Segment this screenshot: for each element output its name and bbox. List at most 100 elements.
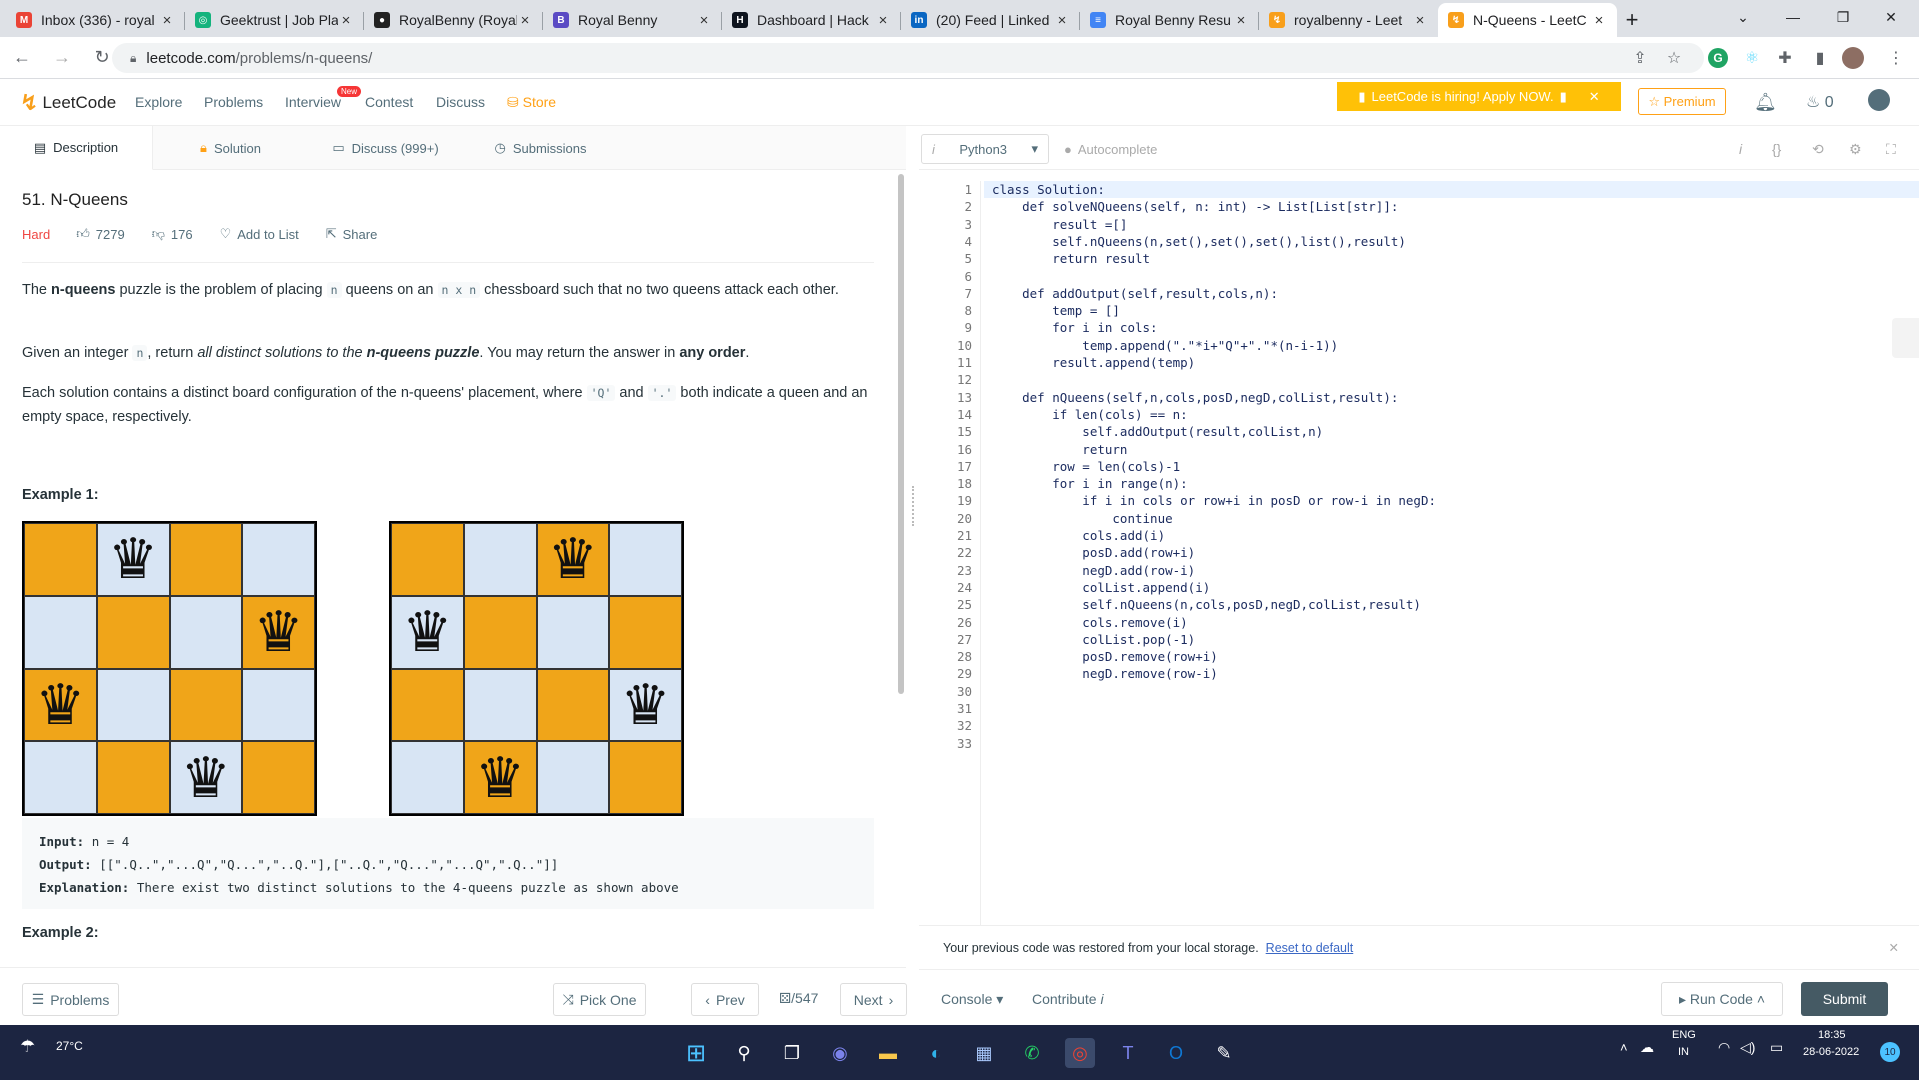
- extensions-puzzle-icon[interactable]: ✚: [1773, 46, 1797, 70]
- code-line[interactable]: cols.add(i): [992, 527, 1165, 544]
- premium-button[interactable]: ☆ Premium: [1638, 88, 1726, 115]
- code-line[interactable]: class Solution:: [992, 181, 1105, 198]
- nav-explore[interactable]: Explore: [135, 94, 182, 110]
- nav-discuss[interactable]: Discuss: [436, 94, 485, 110]
- chrome-menu-icon[interactable]: ⋮: [1884, 46, 1908, 70]
- grammarly-extension-icon[interactable]: G: [1708, 48, 1728, 68]
- search-icon[interactable]: ⚲: [729, 1038, 759, 1068]
- browser-tab[interactable]: in (20) Feed | Linked ×: [901, 3, 1080, 37]
- code-line[interactable]: def addOutput(self,result,cols,n):: [992, 285, 1278, 302]
- code-line[interactable]: colList.pop(-1): [992, 631, 1195, 648]
- browser-tab[interactable]: H Dashboard | Hack ×: [722, 3, 901, 37]
- nav-interview[interactable]: Interview New: [285, 86, 362, 110]
- close-tab-icon[interactable]: ×: [875, 12, 891, 29]
- code-line[interactable]: def solveNQueens(self, n: int) -> List[L…: [992, 198, 1398, 215]
- new-tab-button[interactable]: +: [1617, 3, 1647, 37]
- tab-search-icon[interactable]: ⌄: [1720, 0, 1766, 34]
- code-line[interactable]: return: [992, 441, 1127, 458]
- volume-icon[interactable]: ◁): [1740, 1039, 1755, 1056]
- whatsapp-icon[interactable]: ✆: [1017, 1038, 1047, 1068]
- code-line[interactable]: posD.remove(row+i): [992, 648, 1217, 665]
- react-devtools-icon[interactable]: ⚛: [1740, 46, 1764, 70]
- back-icon[interactable]: ←: [2, 37, 42, 79]
- teams-chat-icon[interactable]: ◉: [825, 1038, 855, 1068]
- forward-icon[interactable]: →: [42, 37, 82, 79]
- chrome-icon[interactable]: ◎: [1065, 1038, 1095, 1068]
- notification-count[interactable]: 10: [1880, 1042, 1900, 1062]
- bookmark-star-icon[interactable]: ☆: [1662, 46, 1686, 70]
- code-line[interactable]: for i in range(n):: [992, 475, 1187, 492]
- nav-problems[interactable]: Problems: [204, 94, 263, 110]
- task-view-icon[interactable]: ❐: [777, 1038, 807, 1068]
- start-icon[interactable]: ⊞: [681, 1038, 711, 1068]
- code-line[interactable]: if len(cols) == n:: [992, 406, 1187, 423]
- add-to-list-button[interactable]: ♡ Add to List: [220, 226, 299, 242]
- problem-page-indicator[interactable]: ⚄/547: [779, 990, 818, 1007]
- tab-solution[interactable]: 🔒︎ Solution: [153, 126, 308, 170]
- code-line[interactable]: result.append(temp): [992, 354, 1195, 371]
- leetcode-logo[interactable]: ↯ LeetCode: [20, 90, 116, 116]
- browser-tab[interactable]: ↯ N-Queens - LeetC ×: [1438, 3, 1617, 37]
- panel-resize-handle[interactable]: [912, 486, 916, 526]
- browser-tab[interactable]: M Inbox (336) - royal ×: [6, 3, 185, 37]
- close-notice-icon[interactable]: ✕: [1889, 940, 1899, 955]
- autocomplete-toggle[interactable]: ● Autocomplete: [1064, 142, 1157, 157]
- tab-submissions[interactable]: ◷ Submissions: [463, 126, 618, 170]
- run-code-button[interactable]: ▸ Run Code ˄: [1661, 982, 1783, 1016]
- tab-description[interactable]: ▤ Description: [0, 126, 153, 170]
- onedrive-icon[interactable]: ☁: [1640, 1039, 1654, 1056]
- contribute-button[interactable]: Contribute i: [1032, 982, 1104, 1016]
- user-avatar[interactable]: [1868, 89, 1890, 111]
- close-tab-icon[interactable]: ×: [696, 12, 712, 29]
- battery-icon[interactable]: ▭: [1770, 1039, 1783, 1056]
- code-line[interactable]: cols.remove(i): [992, 614, 1187, 631]
- close-tab-icon[interactable]: ×: [159, 12, 175, 29]
- outlook-icon[interactable]: O: [1161, 1038, 1191, 1068]
- code-line[interactable]: continue: [992, 510, 1172, 527]
- code-line[interactable]: posD.add(row+i): [992, 544, 1195, 561]
- close-tab-icon[interactable]: ×: [1412, 12, 1428, 29]
- clock-date[interactable]: 28-06-2022: [1803, 1046, 1859, 1058]
- notification-bell-icon[interactable]: 🔔︎: [1754, 92, 1777, 113]
- side-collapse-tab[interactable]: [1892, 318, 1919, 358]
- console-button[interactable]: Console ▾: [941, 982, 1003, 1016]
- info-icon[interactable]: i: [1739, 141, 1742, 157]
- code-line[interactable]: def nQueens(self,n,cols,posD,negD,colLis…: [992, 389, 1398, 406]
- code-line[interactable]: temp.append("."*i+"Q"+"."*(n-i-1)): [992, 337, 1338, 354]
- code-line[interactable]: negD.remove(row-i): [992, 665, 1217, 682]
- reset-code-icon[interactable]: ⟲: [1812, 141, 1824, 158]
- side-panel-icon[interactable]: ▮: [1808, 46, 1832, 70]
- code-line[interactable]: self.addOutput(result,colList,n): [992, 423, 1323, 440]
- teams-icon[interactable]: T: [1113, 1038, 1143, 1068]
- code-line[interactable]: negD.add(row-i): [992, 562, 1195, 579]
- tab-discuss[interactable]: ▭ Discuss (999+): [308, 126, 463, 170]
- code-line[interactable]: self.nQueens(n,set(),set(),set(),list(),…: [992, 233, 1406, 250]
- nav-contest[interactable]: Contest: [365, 94, 413, 110]
- browser-tab[interactable]: B Royal Benny ×: [543, 3, 722, 37]
- close-tab-icon[interactable]: ×: [1233, 12, 1249, 29]
- file-explorer-icon[interactable]: ▬: [873, 1038, 903, 1068]
- coins-indicator[interactable]: ♨ 0: [1806, 92, 1834, 112]
- dislike-button[interactable]: 👎︎ 176: [152, 226, 193, 242]
- settings-icon[interactable]: ⚙: [1849, 141, 1862, 158]
- minimize-button[interactable]: —: [1770, 0, 1816, 34]
- like-button[interactable]: 👍︎ 7279: [76, 226, 125, 242]
- reset-to-default-link[interactable]: Reset to default: [1266, 941, 1354, 955]
- input-language-code[interactable]: ENG: [1672, 1029, 1696, 1041]
- next-button[interactable]: Next ›: [840, 983, 907, 1016]
- input-language-region[interactable]: IN: [1678, 1046, 1689, 1058]
- nav-store[interactable]: ⛁ Store: [507, 94, 556, 111]
- code-line[interactable]: if i in cols or row+i in posD or row-i i…: [992, 492, 1436, 509]
- tray-chevron-icon[interactable]: ˄: [1620, 1040, 1628, 1055]
- browser-tab[interactable]: ◎ Geektrust | Job Pla ×: [185, 3, 364, 37]
- code-braces-icon[interactable]: {}: [1772, 141, 1781, 157]
- restore-button[interactable]: ❐: [1820, 0, 1866, 34]
- prev-button[interactable]: ‹ Prev: [691, 983, 759, 1016]
- notepad-icon[interactable]: ✎: [1209, 1038, 1239, 1068]
- browser-tab[interactable]: ● RoyalBenny (Royal ×: [364, 3, 543, 37]
- problems-list-button[interactable]: ☰ Problems: [22, 983, 119, 1016]
- language-select[interactable]: i Python3 ▾: [921, 134, 1049, 164]
- profile-avatar[interactable]: [1842, 47, 1864, 69]
- code-line[interactable]: for i in cols:: [992, 319, 1157, 336]
- submit-button[interactable]: Submit: [1801, 982, 1888, 1016]
